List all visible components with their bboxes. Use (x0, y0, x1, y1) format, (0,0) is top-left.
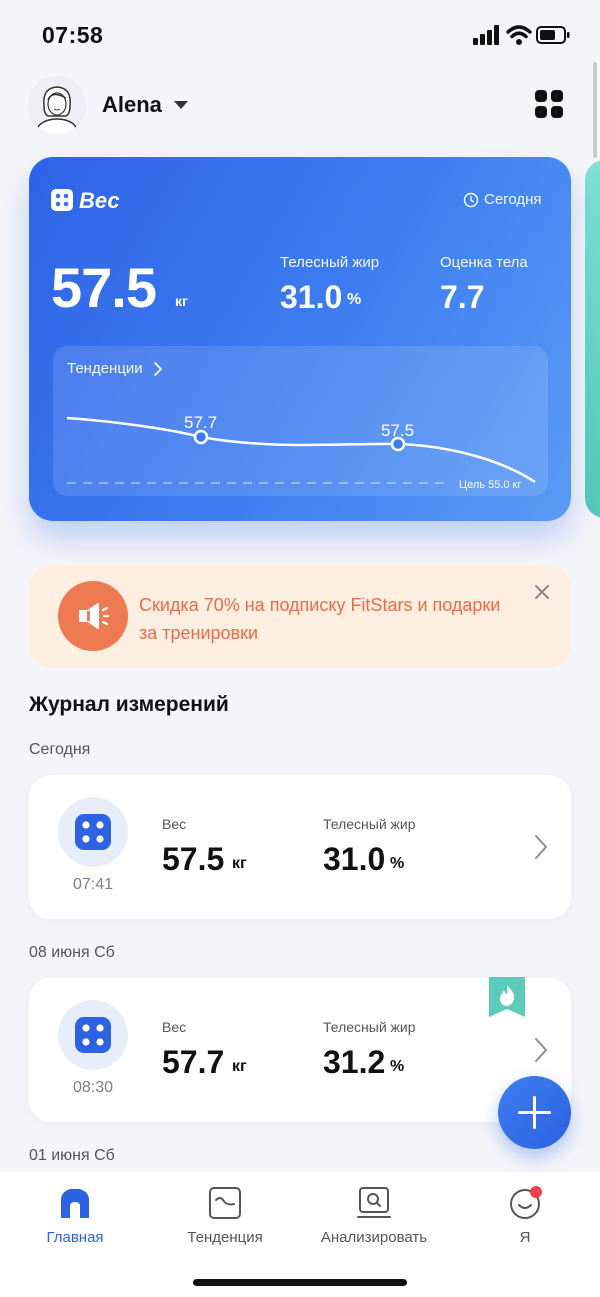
trend-icon (209, 1187, 241, 1219)
entry-weight-value: 57.5 (162, 841, 225, 877)
tab-analyze[interactable]: Анализировать (299, 1172, 449, 1262)
entry-time: 08:30 (72, 1079, 114, 1096)
card-title: Вес (79, 188, 120, 213)
close-icon[interactable] (531, 581, 553, 603)
entry-weight-label: Вес (162, 816, 187, 832)
body-fat-value: 31.0 (280, 279, 343, 315)
entry-fat-value: 31.0 (323, 841, 386, 877)
date-header: 08 июня Сб (29, 944, 115, 961)
promo-text[interactable]: Скидка 70% на подписку FitStars и подарк… (139, 591, 519, 647)
flame-ribbon-icon[interactable] (489, 977, 525, 1017)
body-fat-unit: % (347, 291, 362, 308)
chevron-right-icon (535, 1038, 548, 1062)
tab-label: Анализировать (320, 1229, 428, 1246)
log-title: Журнал измерений (29, 693, 229, 716)
scale-icon (75, 814, 111, 850)
weight-card[interactable]: Вес Сегодня 57.5 кг Телесный жир 31.0 % … (29, 157, 571, 521)
megaphone-icon (79, 603, 110, 629)
body-score-value: 7.7 (440, 279, 485, 315)
tab-profile[interactable]: Я (450, 1172, 600, 1262)
entry-time: 07:41 (72, 876, 114, 893)
caret-down-icon[interactable] (174, 101, 188, 109)
trend-point-label-1: 57.7 (184, 413, 217, 432)
trend-sparkline: 57.7 57.5 Цель 55.0 кг (66, 413, 536, 491)
entry-weight-unit: кг (232, 855, 247, 872)
date-header: 01 июня Сб (29, 1147, 115, 1164)
tab-label: Тенденция (187, 1229, 263, 1246)
entry-icon-circle (58, 797, 128, 867)
entry-fat-value: 31.2 (323, 1044, 386, 1080)
status-time: 07:58 (42, 22, 104, 48)
tab-home[interactable]: Главная (0, 1172, 150, 1262)
tab-trend[interactable]: Тенденция (150, 1172, 300, 1262)
scale-icon (51, 189, 73, 211)
entry-fat-label: Телесный жир (323, 1019, 416, 1035)
body-fat-label: Телесный жир (280, 254, 380, 271)
log-entry[interactable]: 07:41 Вес 57.5 кг Телесный жир 31.0 % (29, 775, 571, 919)
next-card-peek[interactable] (585, 160, 600, 518)
weight-unit: кг (175, 293, 188, 309)
battery-icon (536, 26, 570, 44)
date-header: Сегодня (29, 741, 91, 758)
scroll-indicator (593, 62, 597, 158)
status-bar: 07:58 (0, 0, 600, 70)
promo-icon-circle (58, 581, 128, 651)
tab-label: Главная (46, 1229, 104, 1246)
cellular-signal-icon (473, 25, 499, 45)
weight-value: 57.5 (51, 256, 157, 319)
add-measurement-button[interactable] (498, 1076, 571, 1149)
entry-weight-label: Вес (162, 1019, 187, 1035)
home-icon (61, 1189, 89, 1218)
avatar[interactable] (28, 76, 86, 134)
clock-icon (463, 192, 479, 208)
entry-fat-label: Телесный жир (323, 816, 416, 832)
analyze-icon (357, 1187, 391, 1218)
body-score-label: Оценка тела (440, 254, 528, 271)
goal-label: Цель 55.0 кг (459, 479, 521, 491)
tab-label: Я (519, 1229, 531, 1246)
grid-icon[interactable] (535, 90, 563, 118)
trend-point-1 (193, 429, 209, 445)
chevron-right-icon (535, 835, 548, 859)
profile-icon (510, 1186, 542, 1219)
promo-banner[interactable]: Скидка 70% на подписку FitStars и подарк… (29, 565, 571, 668)
date-label[interactable]: Сегодня (484, 191, 542, 208)
entry-fat-unit: % (390, 855, 405, 872)
entry-weight-unit: кг (232, 1058, 247, 1075)
wifi-icon (506, 25, 532, 45)
trend-line (66, 416, 536, 484)
user-name[interactable]: Alena (102, 92, 162, 118)
avatar-illustration-icon (28, 76, 86, 134)
home-indicator (193, 1279, 407, 1286)
entry-fat-unit: % (390, 1058, 405, 1075)
trend-panel[interactable]: Тенденции 57.7 57.5 Цель 55.0 кг (53, 346, 548, 496)
trend-point-label-2: 57.5 (381, 421, 414, 440)
scale-icon (75, 1017, 111, 1053)
entry-weight-value: 57.7 (162, 1044, 225, 1080)
entry-icon-circle (58, 1000, 128, 1070)
